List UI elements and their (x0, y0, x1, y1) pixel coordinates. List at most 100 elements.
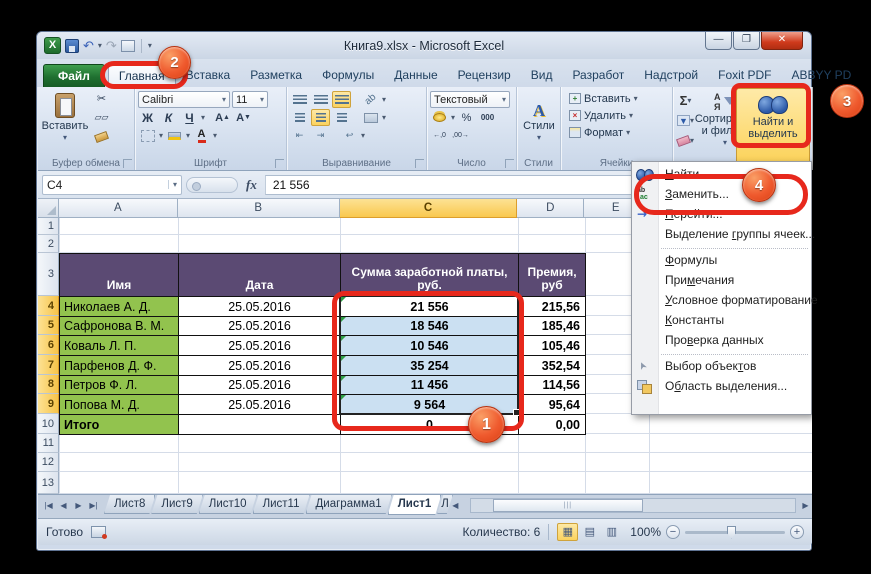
row-header-1[interactable]: 1 (38, 218, 59, 235)
name-box[interactable]: C4▾ (42, 175, 182, 195)
save-icon[interactable] (65, 39, 79, 53)
row-header-13[interactable]: 13 (38, 472, 59, 494)
sheet-tab-Лист10[interactable]: Лист10 (199, 495, 257, 514)
page-layout-view-button[interactable]: ▤ (579, 523, 600, 541)
cell-bonus[interactable]: 185,46 (519, 317, 586, 336)
paste-button[interactable]: Вставить ▾ (41, 90, 89, 156)
row-header-2[interactable]: 2 (38, 235, 59, 253)
ribbon-tab-Формулы[interactable]: Формулы (312, 64, 384, 87)
first-sheet-icon[interactable]: |◀ (42, 498, 55, 512)
ribbon-tab-Надстрой[interactable]: Надстрой (634, 64, 708, 87)
prev-sheet-icon[interactable]: ◀ (57, 498, 70, 512)
number-format-combo[interactable]: Текстовый▾ (430, 91, 510, 108)
ribbon-tab-Разработ[interactable]: Разработ (562, 64, 634, 87)
header-cell-bonus[interactable]: Премия, руб (519, 254, 586, 297)
increase-indent-button[interactable]: ⇥ (311, 127, 330, 144)
sheet-edit-icon[interactable] (121, 40, 135, 52)
menu-item-Выделениегру[interactable]: Выделение группы ячеек... (632, 224, 811, 244)
alignment-dialog-launcher[interactable] (415, 159, 424, 168)
zoom-in-button[interactable]: + (790, 525, 804, 539)
header-cell-name[interactable]: Имя (60, 254, 179, 297)
cell-total-label[interactable]: Итого (60, 415, 179, 435)
clear-button[interactable]: ▾ (676, 132, 695, 149)
sheet-tab-Лист8[interactable]: Лист8 (104, 495, 155, 514)
menu-item-Формулы[interactable]: Формулы (632, 250, 811, 270)
close-button[interactable]: ✕ (761, 32, 803, 50)
cell-total-bonus[interactable]: 0,00 (519, 415, 586, 435)
fill-button[interactable]: ▼▾ (676, 112, 695, 129)
sheet-tab-Лист9[interactable]: Лист9 (151, 495, 202, 514)
next-sheet-icon[interactable]: ▶ (72, 498, 85, 512)
zoom-out-button[interactable]: − (666, 525, 680, 539)
cell-name[interactable]: Сафронова В. М. (60, 317, 179, 336)
percent-style-button[interactable]: % (457, 109, 476, 126)
cell-sum[interactable]: 11 456 (341, 376, 519, 395)
bold-button[interactable]: Ж (138, 109, 157, 126)
menu-item-Заменить[interactable]: Заменить... (632, 184, 811, 204)
cell-sum[interactable]: 18 546 (341, 317, 519, 336)
format-cells-button[interactable]: Формат▾ (569, 124, 670, 141)
font-family-combo[interactable]: Calibri▾ (138, 91, 230, 108)
cell-bonus[interactable]: 215,56 (519, 297, 586, 317)
format-painter-button[interactable] (92, 128, 111, 145)
macro-record-icon[interactable] (91, 526, 106, 538)
orientation-button[interactable]: ab (361, 91, 380, 108)
select-all-corner[interactable] (38, 199, 59, 218)
insert-cells-button[interactable]: +Вставить▾ (569, 90, 670, 107)
row-header-7[interactable]: 7 (38, 355, 59, 375)
cell-date[interactable]: 25.05.2016 (179, 395, 341, 415)
ribbon-tab-Файл[interactable]: Файл (43, 64, 105, 87)
cell-bonus[interactable]: 105,46 (519, 336, 586, 356)
cell-bonus[interactable]: 352,54 (519, 356, 586, 376)
header-cell-sum[interactable]: Сумма заработной платы, руб. (341, 254, 519, 297)
cell-date[interactable]: 25.05.2016 (179, 297, 341, 317)
row-header-11[interactable]: 11 (38, 434, 59, 453)
font-color-button[interactable]: А (192, 127, 211, 144)
decrease-decimal-button[interactable]: ,00→ (451, 127, 470, 144)
horizontal-scroll-thumb[interactable]: ||| (493, 499, 643, 512)
menu-item-Примечания[interactable]: Примечания (632, 270, 811, 290)
cut-button[interactable]: ✂ (92, 90, 111, 107)
grow-font-button[interactable]: А▲ (213, 109, 232, 126)
header-cell-date[interactable]: Дата (179, 254, 341, 297)
row-header-5[interactable]: 5 (38, 316, 59, 335)
align-right-button[interactable] (332, 109, 351, 126)
font-size-combo[interactable]: 11▾ (232, 91, 268, 108)
menu-item-Перейти[interactable]: Перейти... (632, 204, 811, 224)
menu-item-Найти[interactable]: Найти... (632, 164, 811, 184)
excel-logo-icon[interactable]: X (44, 37, 61, 54)
zoom-slider[interactable] (685, 531, 785, 534)
align-left-button[interactable] (290, 109, 309, 126)
cell-total-date[interactable] (179, 415, 341, 435)
minimize-button[interactable]: — (705, 32, 732, 50)
align-middle-button[interactable] (311, 91, 330, 108)
zoom-slider-thumb[interactable] (727, 526, 736, 539)
menu-item-Выборобъекто[interactable]: Выбор объектов (632, 356, 811, 376)
cell-name[interactable]: Петров Ф. Л. (60, 376, 179, 395)
menu-item-Областьвыдел[interactable]: Область выделения... (632, 376, 811, 396)
sheet-tab-Лист1[interactable]: Лист1 (388, 495, 442, 515)
cell-name[interactable]: Попова М. Д. (60, 395, 179, 415)
column-header-D[interactable]: D (517, 199, 584, 218)
comma-style-button[interactable]: 000 (478, 109, 497, 126)
normal-view-button[interactable]: ▦ (557, 523, 578, 541)
fill-color-button[interactable] (165, 127, 184, 144)
horizontal-scrollbar[interactable]: ||| (470, 498, 796, 513)
merge-center-button[interactable] (361, 109, 380, 126)
clipboard-dialog-launcher[interactable] (123, 159, 132, 168)
align-bottom-button[interactable] (332, 91, 351, 108)
row-header-4[interactable]: 4 (38, 296, 59, 316)
undo-icon[interactable]: ↶ (83, 39, 94, 53)
cell-date[interactable]: 25.05.2016 (179, 376, 341, 395)
cell-date[interactable]: 25.05.2016 (179, 317, 341, 336)
menu-item-Условноеформ[interactable]: Условное форматирование (632, 290, 811, 310)
scroll-right-icon[interactable]: ▶ (799, 499, 812, 512)
row-header-12[interactable]: 12 (38, 453, 59, 472)
row-header-10[interactable]: 10 (38, 414, 59, 434)
cell-sum[interactable]: 21 556 (341, 297, 519, 317)
cell-name[interactable]: Парфенов Д. Ф. (60, 356, 179, 376)
row-header-6[interactable]: 6 (38, 335, 59, 355)
row-header-8[interactable]: 8 (38, 375, 59, 394)
wrap-text-button[interactable]: ↩ (340, 127, 359, 144)
accounting-format-button[interactable] (430, 109, 449, 126)
